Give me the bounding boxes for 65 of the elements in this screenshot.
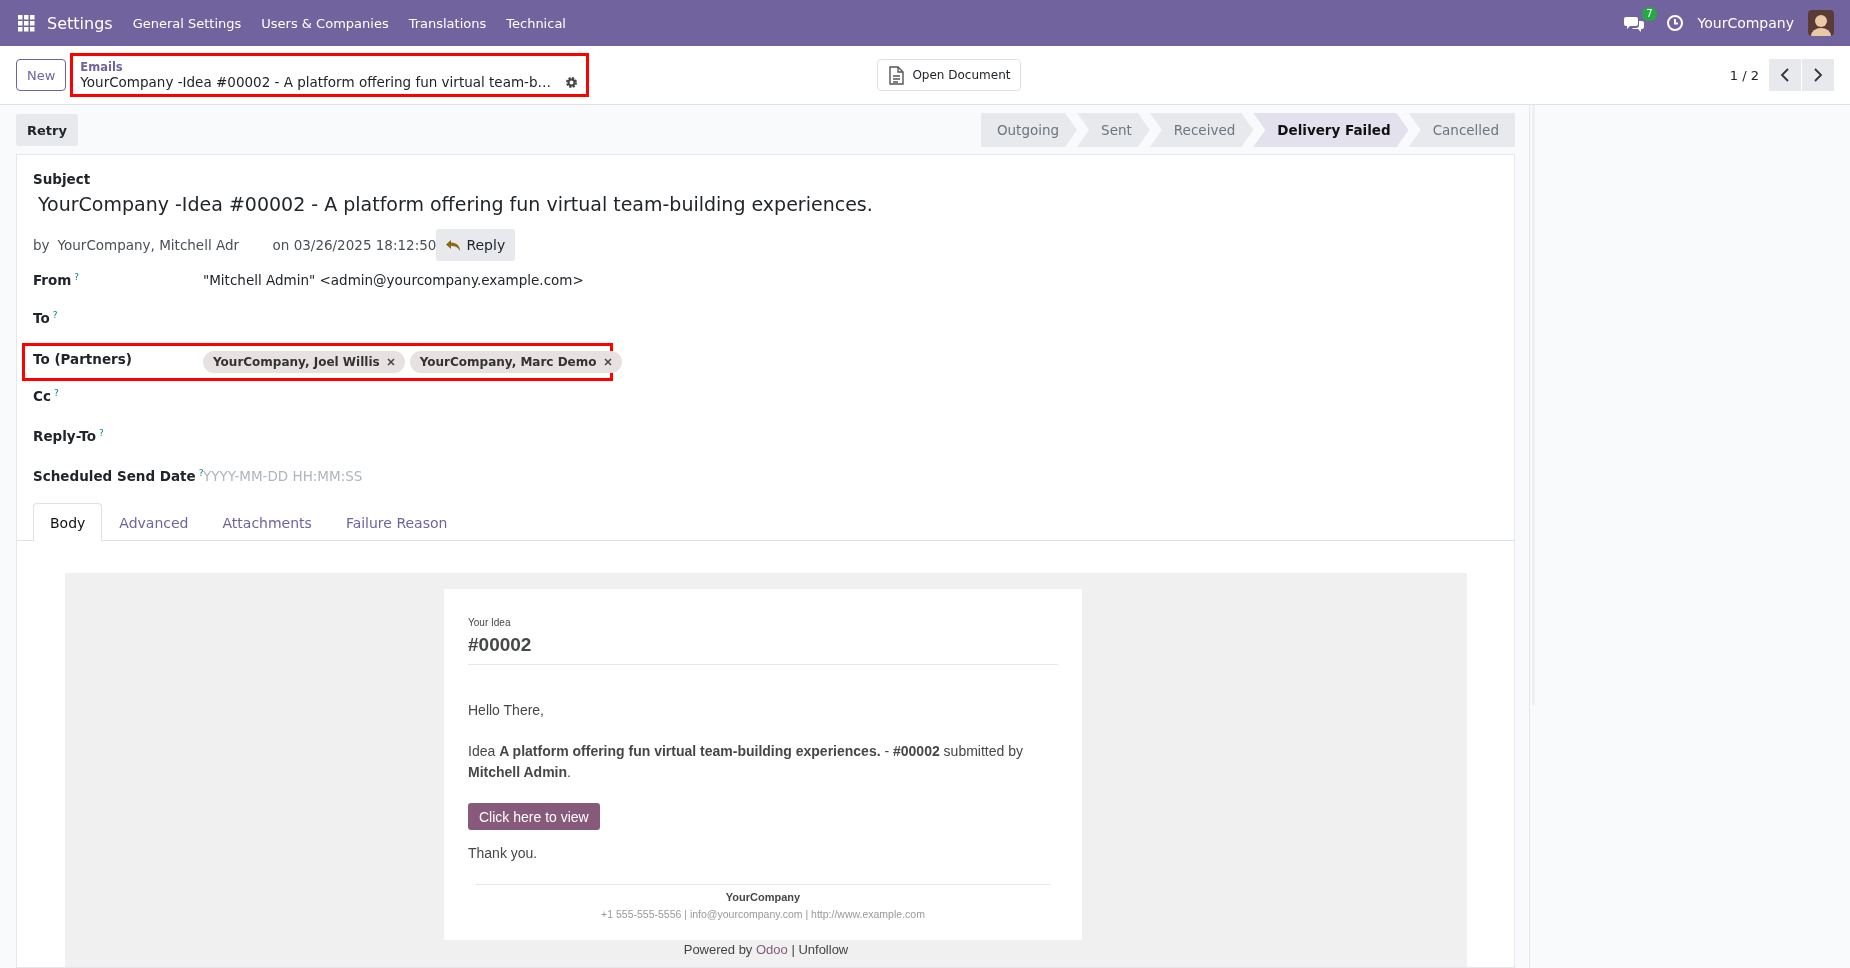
company-contact: +1 555-555-5556 | info@yourcompany.com | http://www.example.com	[600, 908, 926, 920]
by-label: by	[33, 237, 50, 253]
remove-icon	[603, 358, 612, 366]
retry-button[interactable]: Retry	[16, 114, 78, 146]
company-name: YourCompany	[724, 891, 802, 903]
status-stage[interactable]: Sent	[1077, 113, 1150, 147]
tab[interactable]: Failure Reason	[328, 503, 465, 541]
field-label: To (Partners)	[33, 351, 132, 367]
field-label: From	[33, 272, 72, 288]
status-stage[interactable]: Outgoing	[980, 113, 1078, 147]
new-button[interactable]: New	[16, 59, 67, 91]
reply-button[interactable]: Reply	[436, 229, 516, 261]
tab[interactable]: Body	[33, 503, 103, 541]
help-tooltip[interactable]: ?	[98, 428, 104, 444]
email-eyebrow: Your Idea	[468, 617, 512, 628]
app-menu-icon[interactable]	[18, 14, 35, 32]
next-button[interactable]	[1802, 59, 1834, 91]
field-label: To	[33, 310, 50, 326]
field-label: Scheduled Send Date	[33, 468, 196, 484]
previous-button[interactable]	[1769, 59, 1801, 91]
help-tooltip[interactable]: ?	[52, 310, 58, 326]
document-icon	[888, 65, 905, 85]
status-stage[interactable]: Received	[1149, 113, 1254, 147]
menu-item[interactable]: Users & Companies	[261, 15, 389, 31]
help-tooltip[interactable]: ?	[53, 388, 59, 404]
avatar-icon[interactable]	[1808, 10, 1834, 36]
author-name: YourCompany, Mitchell Adr	[57, 237, 241, 253]
tab[interactable]: Attachments	[205, 503, 329, 541]
menu-item[interactable]: Translations	[408, 15, 487, 31]
record-title: YourCompany -Idea #00002 - A platform offering fun virtual team-b…	[80, 74, 552, 90]
email-subject: YourCompany -Idea #00002 - A platform offering fun virtual team-building experiences.	[37, 192, 874, 215]
email-title: #00002	[468, 628, 1058, 665]
pager-counter: 1 / 2	[1729, 67, 1759, 83]
field-label: Cc	[33, 388, 51, 404]
chevron-right-icon	[1813, 68, 1823, 82]
remove-icon	[386, 358, 395, 366]
company-switcher[interactable]: YourCompany	[1697, 15, 1794, 31]
chevron-left-icon	[1780, 68, 1790, 82]
odoo-link[interactable]: Odoo	[756, 942, 788, 957]
field-value: "Mitchell Admin" <admin@yourcompany.example.com>	[203, 272, 584, 288]
status-stage[interactable]: Delivery Failed	[1253, 113, 1409, 147]
settings-icon	[565, 75, 579, 89]
message-count-badge: 7	[1642, 6, 1657, 21]
help-tooltip[interactable]: ?	[198, 468, 204, 484]
chat-icon[interactable]	[1623, 14, 1644, 32]
help-tooltip[interactable]: ?	[74, 272, 80, 288]
email-message: Idea A platform offering fun virtual team-building experiences. - #00002 submitted by Mitchell Admin.	[468, 742, 1024, 782]
sent-date: on 03/26/2025 18:12:50	[272, 237, 437, 253]
tab[interactable]: Advanced	[102, 503, 206, 541]
recipient-tag: YourCompany, Joel Willis	[203, 351, 405, 373]
breadcrumb-link[interactable]: Emails	[80, 60, 579, 74]
clock-icon[interactable]	[1665, 14, 1684, 32]
app-title[interactable]: Settings	[47, 13, 113, 33]
email-closing: Thank you.	[468, 844, 539, 863]
open-document-button[interactable]: Open Document	[877, 59, 1022, 91]
view-button[interactable]: Click here to view	[468, 803, 600, 830]
status-stage[interactable]: Cancelled	[1408, 113, 1515, 147]
menu-item[interactable]: Technical	[506, 15, 566, 31]
reply-arrow-icon	[446, 239, 461, 251]
menu-item[interactable]: General Settings	[132, 15, 242, 31]
field-label: Reply-To	[33, 428, 96, 444]
recipient-tag: YourCompany, Marc Demo	[409, 351, 622, 373]
email-greeting: Hello There,	[468, 701, 545, 720]
powered-by-text: Powered by Odoo | Unfollow	[683, 941, 849, 957]
field-label: Subject	[32, 171, 92, 187]
